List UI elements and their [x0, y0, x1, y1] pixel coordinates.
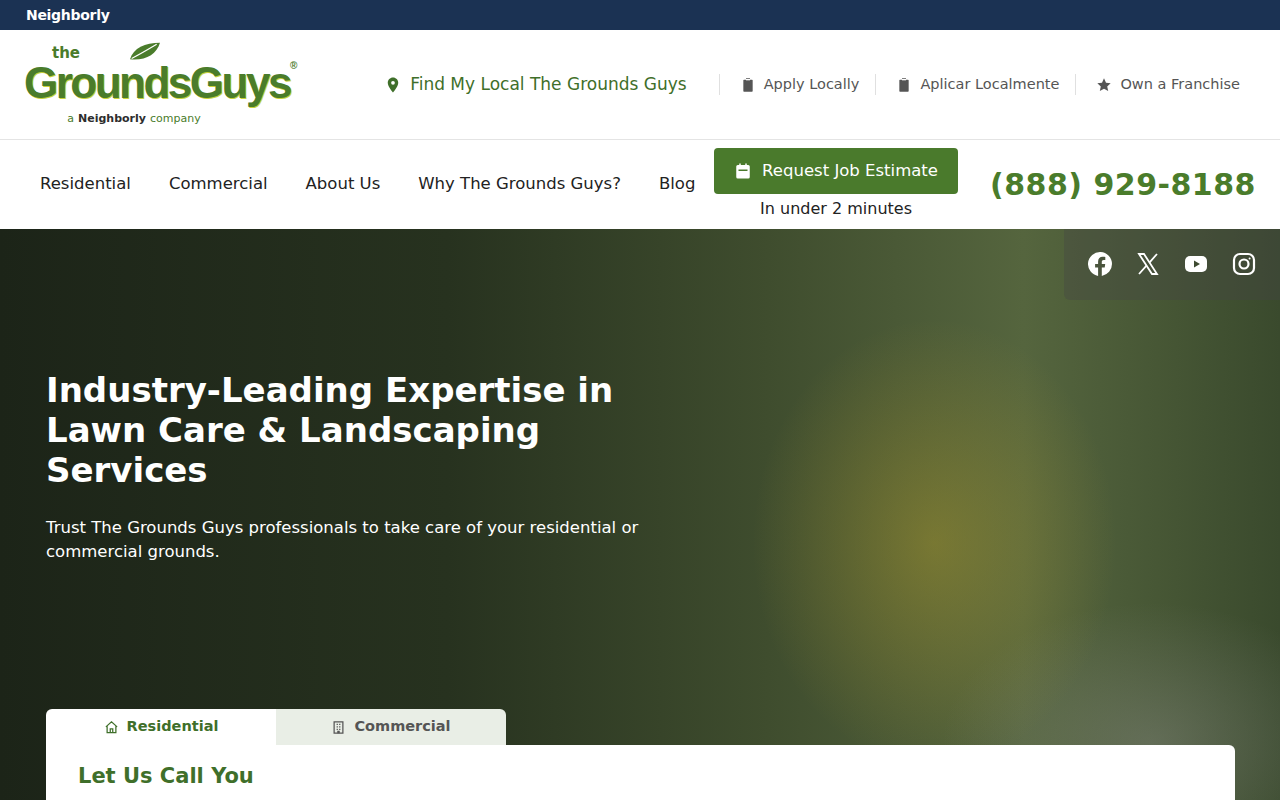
estimate-note: In under 2 minutes	[760, 197, 912, 221]
building-icon	[331, 720, 346, 735]
form-tabs: Residential Commercial	[46, 709, 1280, 745]
tagline-text: company	[150, 111, 201, 128]
clipboard-icon	[896, 77, 912, 93]
nav-item[interactable]: Blog	[659, 172, 695, 197]
tagline-brand: Neighborly	[78, 111, 146, 128]
form-heading: Let Us Call You	[78, 764, 1203, 789]
header-link-label[interactable]: Aplicar Localmente	[920, 74, 1059, 96]
header-link[interactable]: Aplicar Localmente	[875, 74, 1075, 96]
neighborly-logo[interactable]: Neighborly	[26, 5, 109, 26]
youtube-icon	[1184, 252, 1208, 276]
hero-subtitle: Trust The Grounds Guys professionals to …	[46, 516, 646, 564]
form-tab[interactable]: Residential	[46, 709, 276, 745]
logo-tagline: aNeighborlycompany	[24, 111, 250, 128]
social-link[interactable]	[1136, 252, 1160, 276]
hero-banner: Industry-Leading Expertise in Lawn Care …	[0, 229, 1280, 800]
instagram-icon	[1232, 252, 1256, 276]
header-link-label[interactable]: Own a Franchise	[1120, 74, 1240, 96]
house-icon	[104, 720, 119, 735]
main-nav: Residential Commercial About Us Why The Gro…	[0, 140, 1280, 229]
header-link-label[interactable]: Apply Locally	[764, 74, 860, 96]
facebook-icon	[1088, 252, 1112, 276]
nav-item[interactable]: Residential	[40, 172, 131, 197]
nav-item[interactable]: Why The Grounds Guys?	[418, 172, 621, 197]
header-link-label[interactable]: Find My Local The Grounds Guys	[410, 72, 687, 98]
tagline-text: a	[67, 111, 74, 128]
calendar-icon	[734, 162, 752, 180]
map-pin-icon	[384, 76, 402, 94]
estimate-group: Request Job Estimate In under 2 minutes	[714, 148, 958, 222]
callback-form: Let Us Call You	[46, 745, 1235, 800]
request-estimate-button[interactable]: Request Job Estimate	[714, 148, 958, 195]
site-header: theGroundsGuys®aNeighborlycompany Find My…	[0, 30, 1280, 140]
header-link[interactable]: Own a Franchise	[1075, 74, 1256, 96]
logo-word: Grounds	[24, 58, 190, 107]
form-tab[interactable]: Commercial	[276, 709, 506, 745]
form-tab-label[interactable]: Residential	[127, 716, 219, 738]
nav-item[interactable]: About Us	[306, 172, 381, 197]
brand-bar: Neighborly	[0, 0, 1280, 30]
request-estimate-label[interactable]: Request Job Estimate	[762, 159, 938, 184]
social-link[interactable]	[1232, 252, 1256, 276]
social-link[interactable]	[1088, 252, 1112, 276]
nav-list: Residential Commercial About Us Why The Gro…	[40, 172, 695, 197]
header-link[interactable]: Apply Locally	[719, 74, 876, 96]
site-logo[interactable]: theGroundsGuys®aNeighborlycompany	[24, 41, 250, 128]
x-icon	[1136, 252, 1160, 276]
clipboard-icon	[740, 77, 756, 93]
social-links	[1064, 229, 1280, 300]
phone-number[interactable]: (888) 929-8188	[990, 162, 1256, 207]
nav-item[interactable]: Commercial	[169, 172, 268, 197]
social-link[interactable]	[1184, 252, 1208, 276]
logo-word: Guys	[190, 58, 290, 107]
header-links: Find My Local The Grounds Guys Apply Loca…	[364, 72, 1256, 98]
registered-mark: ®	[290, 60, 297, 71]
form-tab-label[interactable]: Commercial	[354, 716, 450, 738]
star-icon	[1096, 77, 1112, 93]
header-link[interactable]: Find My Local The Grounds Guys	[364, 72, 719, 98]
hero-title: Industry-Leading Expertise in Lawn Care …	[46, 370, 686, 490]
